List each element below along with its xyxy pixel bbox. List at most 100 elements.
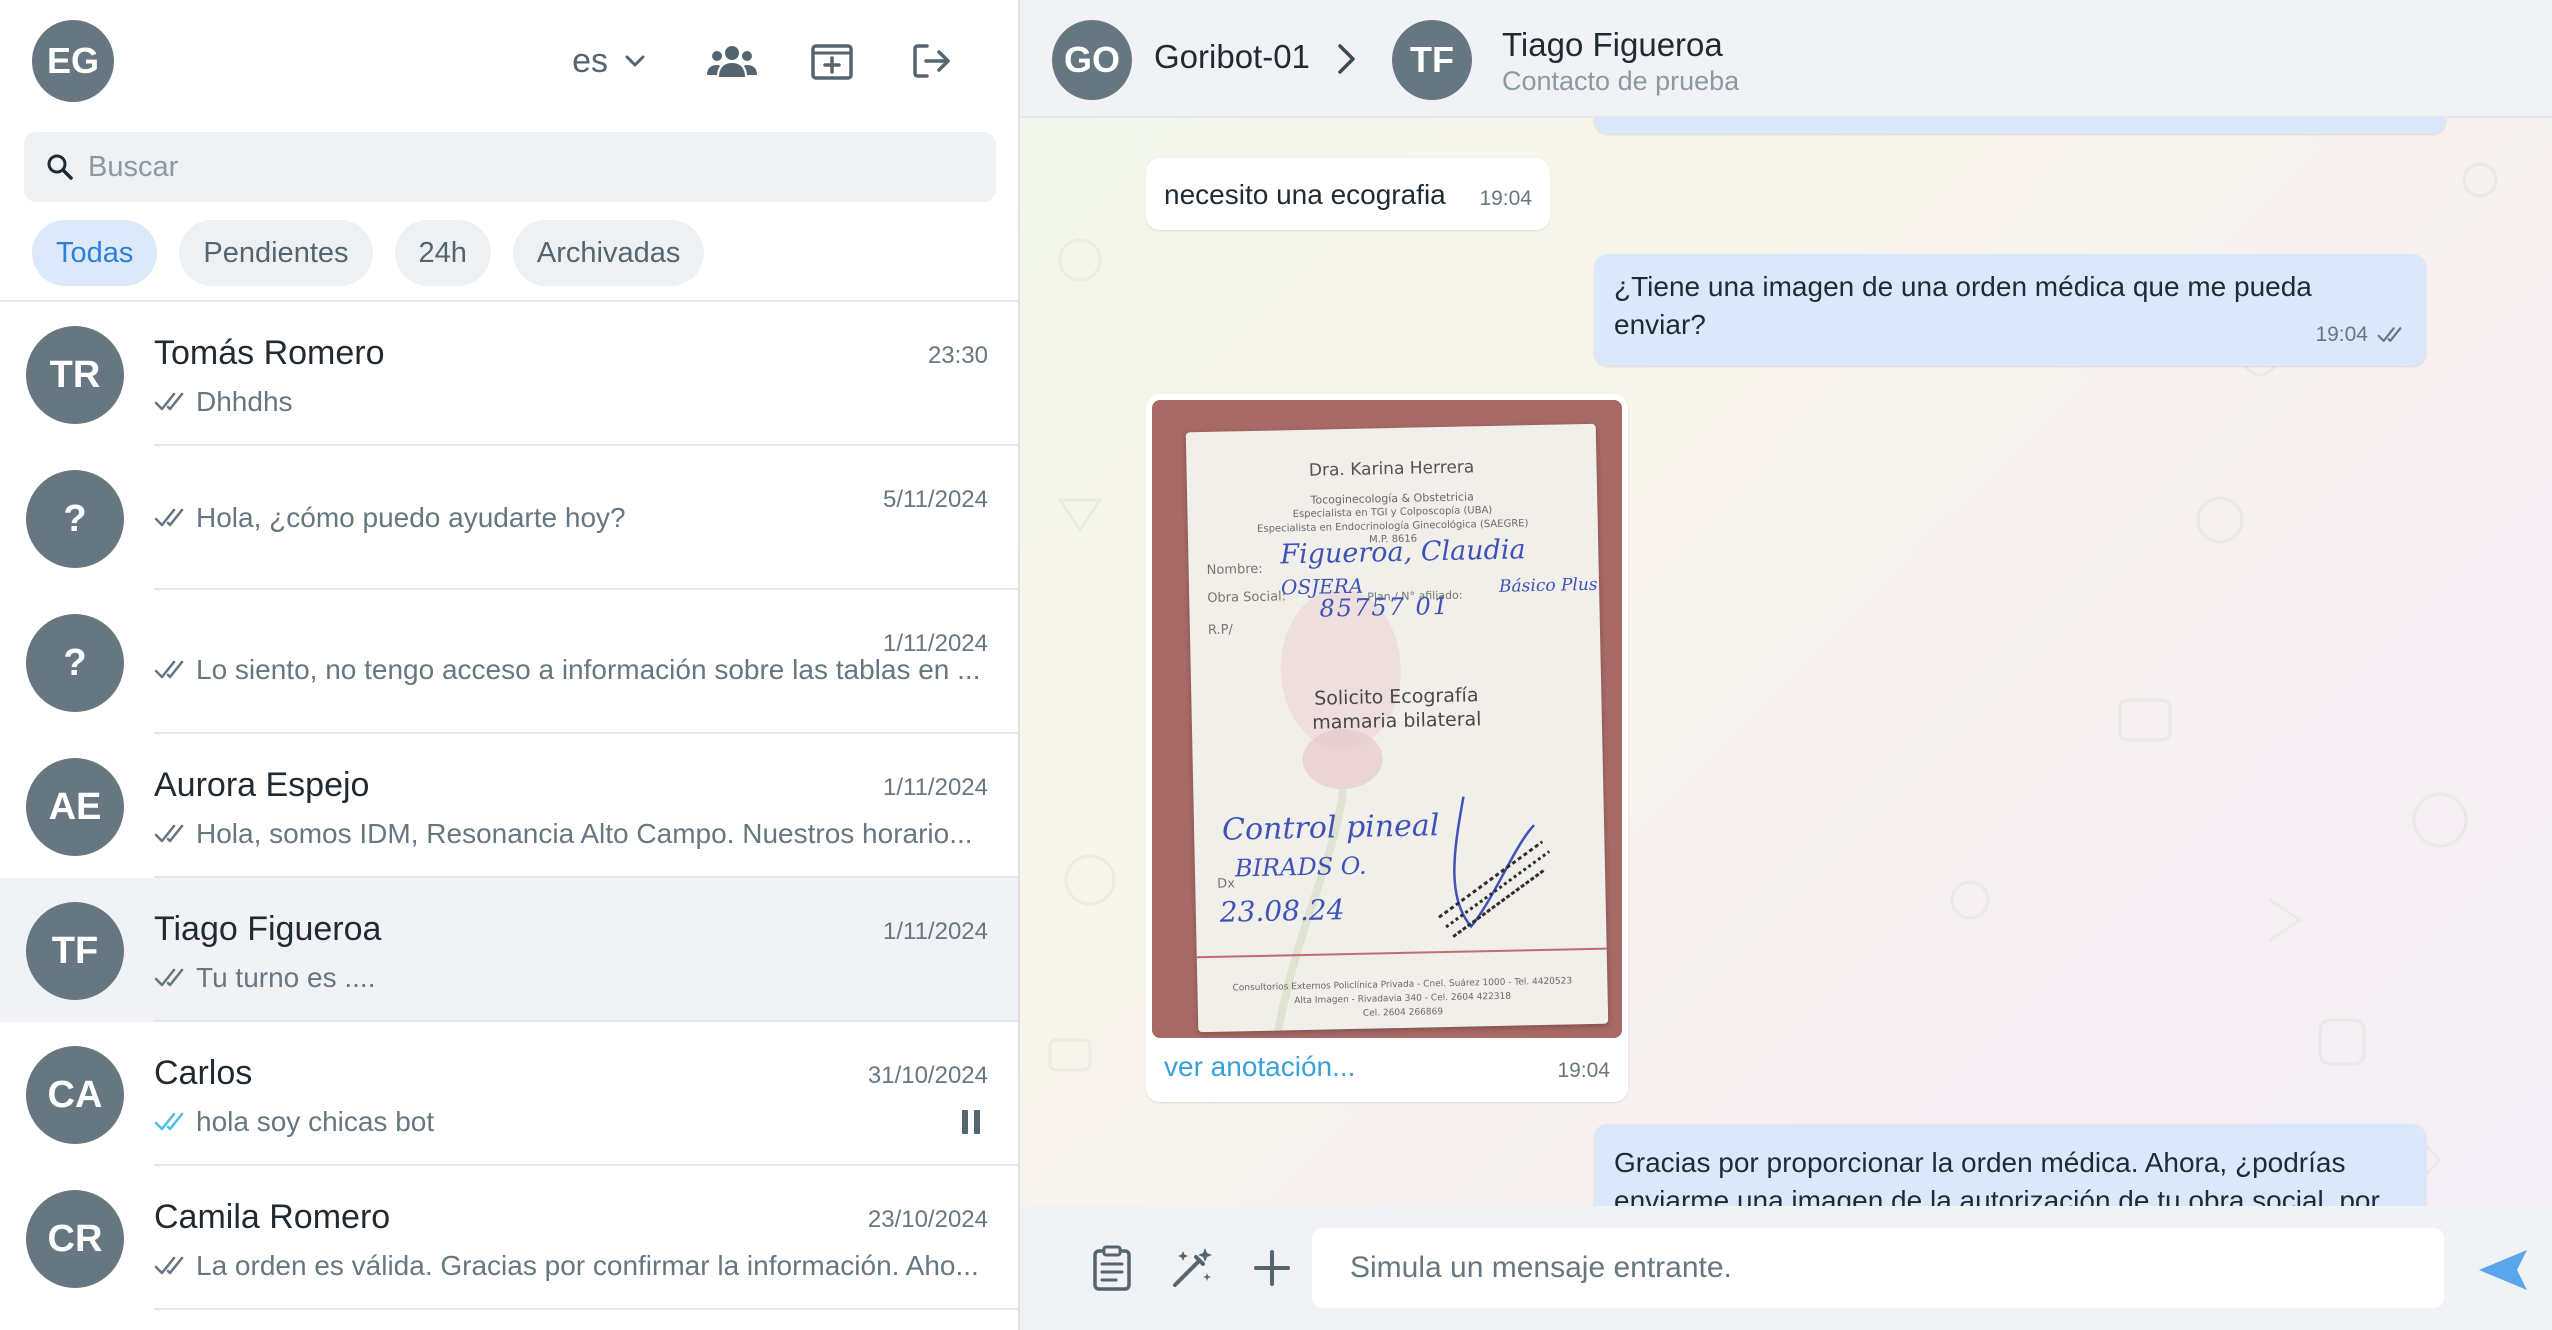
chat-row-camila-romero[interactable]: CR Camila Romero 23/10/2024 La orden es … [0, 1166, 1018, 1310]
top-actions: es [572, 0, 982, 122]
filter-24h[interactable]: 24h [394, 220, 491, 286]
doctor-signature-stamp [1438, 796, 1551, 938]
avatar: AE [26, 758, 124, 856]
double-check-icon [154, 968, 184, 987]
chat-preview-text: Lo siento, no tengo acceso a información… [196, 654, 981, 685]
view-annotation-link[interactable]: ver anotación... [1164, 1048, 1355, 1086]
chat-preview-text: hola soy chicas bot [196, 1106, 435, 1137]
chat-date: 31/10/2024 [867, 1062, 988, 1089]
chat-row-unknown-2[interactable]: ? 1/11/2024 Lo siento, no tengo acceso a… [0, 590, 1018, 734]
chevron-right-icon [1338, 44, 1355, 74]
bot-name[interactable]: Goribot-01 [1154, 38, 1310, 76]
chat-preview: Lo siento, no tengo acceso a información… [154, 654, 990, 686]
chat-preview-text: Hola, somos IDM, Resonancia Alto Campo. … [196, 818, 973, 849]
chat-date: 23/10/2024 [867, 1206, 988, 1233]
contact-avatar[interactable]: TF [1392, 20, 1472, 100]
filter-todas[interactable]: Todas [32, 220, 158, 286]
avatar: ? [26, 614, 124, 712]
chat-name: Camila Romero [154, 1198, 391, 1236]
search-icon [47, 154, 73, 180]
avatar: ? [26, 470, 124, 568]
send-icon[interactable] [2468, 1242, 2538, 1298]
double-check-icon [154, 392, 184, 411]
chat-date: 1/11/2024 [883, 774, 988, 801]
message-outgoing: Gracias por proporcionar la orden médica… [1594, 1124, 2426, 1206]
chat-date: 23:30 [927, 342, 988, 369]
message-meta: 19:04 [2315, 316, 2408, 354]
clipboard-list-icon[interactable] [1082, 1238, 1142, 1298]
plus-icon[interactable] [1242, 1238, 1302, 1298]
message-text: Gracias por proporcionar la orden médica… [1614, 1147, 2380, 1206]
message-text: ¿Tiene una imagen de una orden médica qu… [1614, 271, 2312, 340]
app: EG es Buscar Todas Pendientes 24h Archiv… [0, 0, 2552, 1330]
new-chat-icon[interactable] [782, 11, 882, 111]
chat-row-unknown-1[interactable]: ? 5/11/2024 Hola, ¿cómo puedo ayudarte h… [0, 446, 1018, 590]
magic-wand-icon[interactable] [1162, 1238, 1222, 1298]
chat-name: Tomás Romero [154, 334, 385, 372]
message-outgoing: ¿Tiene una imagen de una orden médica qu… [1594, 254, 2426, 366]
chat-preview: Tu turno es .... [154, 962, 990, 994]
double-check-icon [2377, 327, 2402, 342]
chat-list: TR Tomás Romero 23:30 Dhhdhs ? 5/11/2024… [0, 300, 1018, 1310]
search-bar [24, 132, 996, 202]
message-composer [1020, 1206, 2552, 1330]
message-meta: 19:04 [1479, 180, 1532, 218]
contact-subtitle: Contacto de prueba [1502, 66, 1740, 96]
filter-archivadas[interactable]: Archivadas [512, 220, 705, 286]
chat-preview: hola soy chicas bot [154, 1106, 914, 1138]
message-meta: 19:04 [1557, 1052, 1610, 1090]
row-divider [154, 1308, 1018, 1310]
double-check-icon [154, 660, 184, 679]
chat-name: Aurora Espejo [154, 766, 370, 804]
chevron-down-icon [625, 55, 645, 67]
medical-order-photo[interactable]: Dra. Karina Herrera Tocoginecología & Ob… [1152, 400, 1622, 1038]
double-check-read-icon [154, 1112, 184, 1131]
bot-avatar[interactable]: GO [1052, 20, 1132, 100]
conversation-panel: GO Goribot-01 TF Tiago Figueroa Contacto… [1020, 0, 2552, 1330]
language-select[interactable]: es [572, 42, 646, 81]
message-bubble-partial [1594, 118, 2446, 134]
contact-name[interactable]: Tiago Figueroa [1502, 26, 1723, 64]
language-value: es [572, 41, 608, 80]
double-check-icon [154, 1256, 184, 1275]
filter-chips: Todas Pendientes 24h Archivadas [32, 220, 705, 286]
search-input[interactable] [88, 150, 968, 184]
chat-list-panel: EG es Buscar Todas Pendientes 24h Archiv… [0, 0, 1020, 1330]
chat-preview: Hola, ¿cómo puedo ayudarte hoy? [154, 502, 990, 534]
logout-icon[interactable] [882, 11, 982, 111]
message-time: 19:04 [1479, 187, 1532, 210]
chat-preview-text: La orden es válida. Gracias por confirma… [196, 1250, 979, 1281]
medical-order-paper: Dra. Karina Herrera Tocoginecología & Ob… [1185, 423, 1609, 1033]
message-text: necesito una ecografia [1164, 179, 1446, 210]
user-avatar[interactable]: EG [32, 20, 114, 102]
footer-line-3: Cel. 2604 266869 [1362, 1007, 1444, 1019]
message-time: 19:04 [2315, 323, 2368, 346]
double-check-icon [154, 824, 184, 843]
left-topbar: EG es [0, 0, 1018, 122]
chat-date: 1/11/2024 [883, 918, 988, 945]
chat-preview-text: Dhhdhs [196, 386, 293, 417]
avatar: CR [26, 1190, 124, 1288]
message-input[interactable] [1350, 1251, 2410, 1285]
chat-name: Carlos [154, 1054, 253, 1092]
chat-preview: Hola, somos IDM, Resonancia Alto Campo. … [154, 818, 990, 850]
chat-row-aurora-espejo[interactable]: AE Aurora Espejo 1/11/2024 Hola, somos I… [0, 734, 1018, 878]
avatar: TR [26, 326, 124, 424]
avatar: TF [26, 902, 124, 1000]
chat-row-tomas-romero[interactable]: TR Tomás Romero 23:30 Dhhdhs [0, 302, 1018, 446]
double-check-icon [154, 508, 184, 527]
chat-preview-text: Tu turno es .... [196, 962, 376, 993]
message-time: 19:04 [1557, 1059, 1610, 1082]
filter-pendientes[interactable]: Pendientes [179, 220, 373, 286]
chat-row-tiago-figueroa[interactable]: TF Tiago Figueroa 1/11/2024 Tu turno es … [0, 878, 1018, 1022]
avatar: CA [26, 1046, 124, 1144]
chat-preview: Dhhdhs [154, 386, 990, 418]
conversation-header: GO Goribot-01 TF Tiago Figueroa Contacto… [1020, 0, 2552, 118]
users-group-icon[interactable] [682, 11, 782, 111]
message-input-box [1312, 1228, 2444, 1308]
pause-icon[interactable] [960, 1108, 982, 1136]
chat-name: Tiago Figueroa [154, 910, 382, 948]
message-list: necesito una ecografia 19:04 ¿Tiene una … [1020, 118, 2552, 1206]
chat-row-carlos[interactable]: CA Carlos 31/10/2024 hola soy chicas bot [0, 1022, 1018, 1166]
message-image: Dra. Karina Herrera Tocoginecología & Ob… [1146, 394, 1628, 1102]
